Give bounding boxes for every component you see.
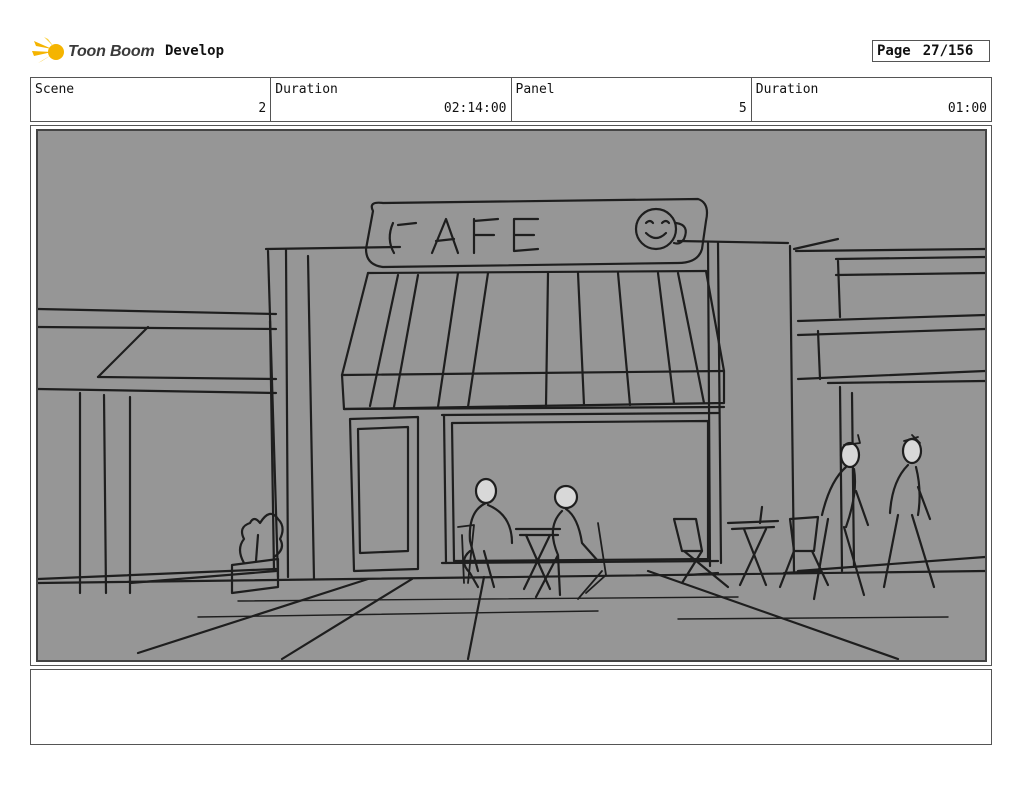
panel-info-row: Scene 2 Duration 02:14:00 Panel 5 Durati… [30,77,992,122]
scene-duration-value: 02:14:00 [443,101,507,116]
page-value: 27/156 [922,43,974,59]
scene-duration-cell: Duration 02:14:00 [271,78,512,121]
panel-duration-value: 01:00 [947,101,987,116]
logo-text: Toon Boom [68,43,155,60]
storyboard-panel-image [36,129,987,662]
scene-cell: Scene 2 [31,78,272,121]
right-building [794,247,985,573]
scene-label: Scene [35,82,75,97]
walking-pedestrians [812,434,936,601]
page-label: Page [877,43,911,59]
sidewalk [38,569,985,660]
toon-boom-logo: Toon Boom [32,36,156,68]
panel-duration-cell: Duration 01:00 [752,78,991,121]
page-indicator: Page 27/156 [872,40,990,62]
scene-duration-label: Duration [275,82,338,97]
cafe-sketch [38,197,985,660]
project-name: Develop [165,43,225,59]
panel-duration-label: Duration [755,82,819,97]
panel-cell: Panel 5 [512,78,752,121]
panel-value: 5 [738,101,747,116]
panel-label: Panel [515,82,555,97]
scene-value: 2 [258,101,267,116]
seated-customers [457,477,607,600]
sunburst-icon [32,37,64,63]
panel-notes-box[interactable] [30,669,992,745]
